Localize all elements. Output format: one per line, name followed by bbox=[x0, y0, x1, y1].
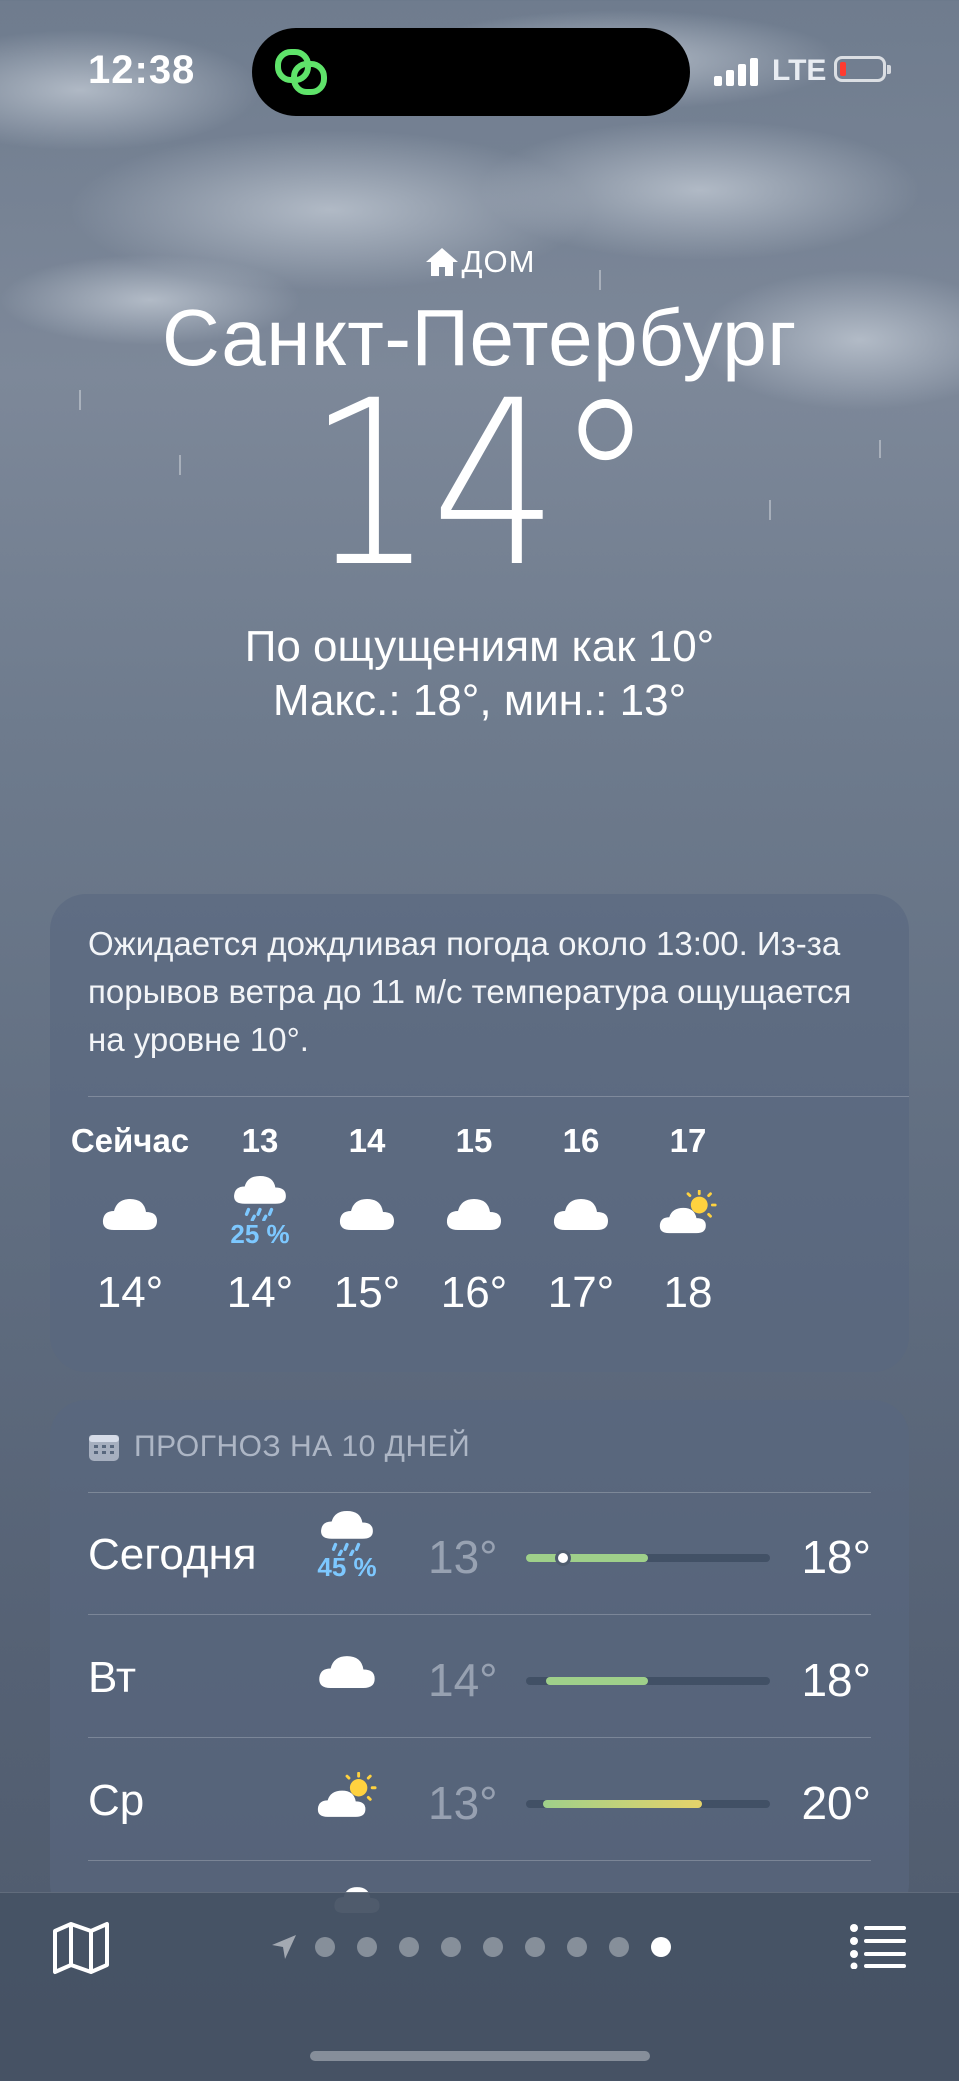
ten-day-forecast-card[interactable]: ПРОГНОЗ НА 10 ДНЕЙ Сегодня 45 % 13° 18° … bbox=[50, 1400, 909, 1920]
home-label: ДОМ bbox=[461, 244, 536, 279]
day-max-temp: 18° bbox=[801, 1654, 871, 1706]
day-min-temp: 13° bbox=[428, 1777, 498, 1829]
list-icon[interactable] bbox=[850, 1923, 906, 1969]
map-icon[interactable] bbox=[52, 1921, 110, 1975]
hour-icon-wrap bbox=[60, 1174, 200, 1250]
page-dot[interactable] bbox=[483, 1937, 503, 1957]
temp-range-bar bbox=[526, 1800, 770, 1808]
page-dot[interactable] bbox=[651, 1937, 671, 1957]
temp-range-fill bbox=[526, 1554, 648, 1562]
temp-range-bar bbox=[526, 1677, 770, 1685]
cloud-sun-icon bbox=[659, 1189, 717, 1233]
cellular-signal-icon bbox=[714, 58, 758, 86]
day-min-temp: 14° bbox=[428, 1654, 498, 1706]
hour-temperature: 18 bbox=[663, 1268, 713, 1317]
weather-summary: Ожидается дождливая погода около 13:00. … bbox=[88, 925, 852, 1058]
precip-chance: 25 % bbox=[230, 1218, 290, 1249]
cloud-rain-icon bbox=[234, 1175, 286, 1221]
day-icon-wrap bbox=[312, 1772, 382, 1819]
cloud-sun-icon bbox=[317, 1772, 377, 1817]
current-temperature: 14° bbox=[306, 351, 656, 617]
day-icon-wrap bbox=[312, 1649, 382, 1690]
day-max-temp: 18° bbox=[801, 1531, 871, 1583]
temp-range-bar bbox=[526, 1550, 770, 1566]
status-time: 12:38 bbox=[88, 48, 196, 92]
high-low-text: Макс.: 18°, мин.: 13° bbox=[272, 676, 687, 725]
page-dot[interactable] bbox=[315, 1937, 335, 1957]
hourly-item: 17 18 bbox=[618, 1122, 758, 1318]
hour-temperature: 14° bbox=[96, 1268, 164, 1317]
house-icon bbox=[425, 248, 458, 276]
page-dot[interactable] bbox=[399, 1937, 419, 1957]
page-dot[interactable] bbox=[609, 1937, 629, 1957]
dynamic-island[interactable] bbox=[252, 28, 690, 116]
bottom-toolbar bbox=[0, 1892, 959, 2081]
battery-icon bbox=[834, 56, 891, 82]
precip-chance: 45 % bbox=[317, 1552, 377, 1582]
cloud-icon bbox=[319, 1656, 375, 1688]
page-dot[interactable] bbox=[357, 1937, 377, 1957]
status-bar: 12:38 LTE bbox=[0, 0, 959, 140]
day-name: Вт bbox=[88, 1653, 137, 1702]
ten-day-title-row: ПРОГНОЗ НА 10 ДНЕЙ bbox=[88, 1430, 470, 1464]
hour-icon-wrap bbox=[618, 1174, 758, 1250]
hour-label: Сейчас bbox=[70, 1122, 190, 1159]
day-max-temp: 20° bbox=[801, 1777, 871, 1829]
day-name: Ср bbox=[88, 1776, 145, 1825]
day-icon-wrap: 45 % bbox=[312, 1510, 382, 1583]
calendar-icon bbox=[89, 1435, 119, 1461]
page-dot[interactable] bbox=[441, 1937, 461, 1957]
day-min-temp: 13° bbox=[428, 1531, 498, 1583]
temp-range-fill bbox=[546, 1677, 648, 1685]
page-indicator[interactable] bbox=[270, 1933, 682, 1961]
feels-like-text: По ощущениям как 10° bbox=[244, 622, 715, 671]
page-dot[interactable] bbox=[525, 1937, 545, 1957]
daily-row[interactable]: Ср 13° 20° bbox=[88, 1738, 871, 1860]
card-divider bbox=[88, 1860, 871, 1861]
home-indicator[interactable] bbox=[310, 2051, 650, 2061]
linked-circles-icon bbox=[275, 49, 327, 95]
cloud-icon bbox=[102, 1199, 157, 1230]
cloud-icon bbox=[339, 1199, 394, 1230]
daily-row[interactable]: Вт 14° 18° bbox=[88, 1615, 871, 1737]
cloud-rain-icon bbox=[321, 1510, 373, 1556]
ten-day-title: ПРОГНОЗ НА 10 ДНЕЙ bbox=[134, 1430, 471, 1463]
page-dot[interactable] bbox=[567, 1937, 587, 1957]
home-label-row: ДОМ bbox=[0, 244, 959, 280]
hourly-forecast-card[interactable]: Ожидается дождливая погода около 13:00. … bbox=[50, 894, 909, 1372]
network-type: LTE bbox=[772, 54, 827, 87]
temp-range-fill bbox=[543, 1800, 702, 1808]
cloud-icon bbox=[446, 1199, 501, 1230]
cloud-icon bbox=[553, 1199, 608, 1230]
card-divider bbox=[88, 1096, 909, 1097]
hour-label: 17 bbox=[669, 1122, 707, 1159]
hourly-item: Сейчас 14° bbox=[60, 1122, 200, 1318]
day-name: Сегодня bbox=[88, 1530, 257, 1579]
daily-row[interactable]: Сегодня 45 % 13° 18° bbox=[88, 1492, 871, 1614]
current-temp-dot bbox=[555, 1550, 571, 1566]
location-arrow-icon[interactable] bbox=[270, 1933, 298, 1961]
